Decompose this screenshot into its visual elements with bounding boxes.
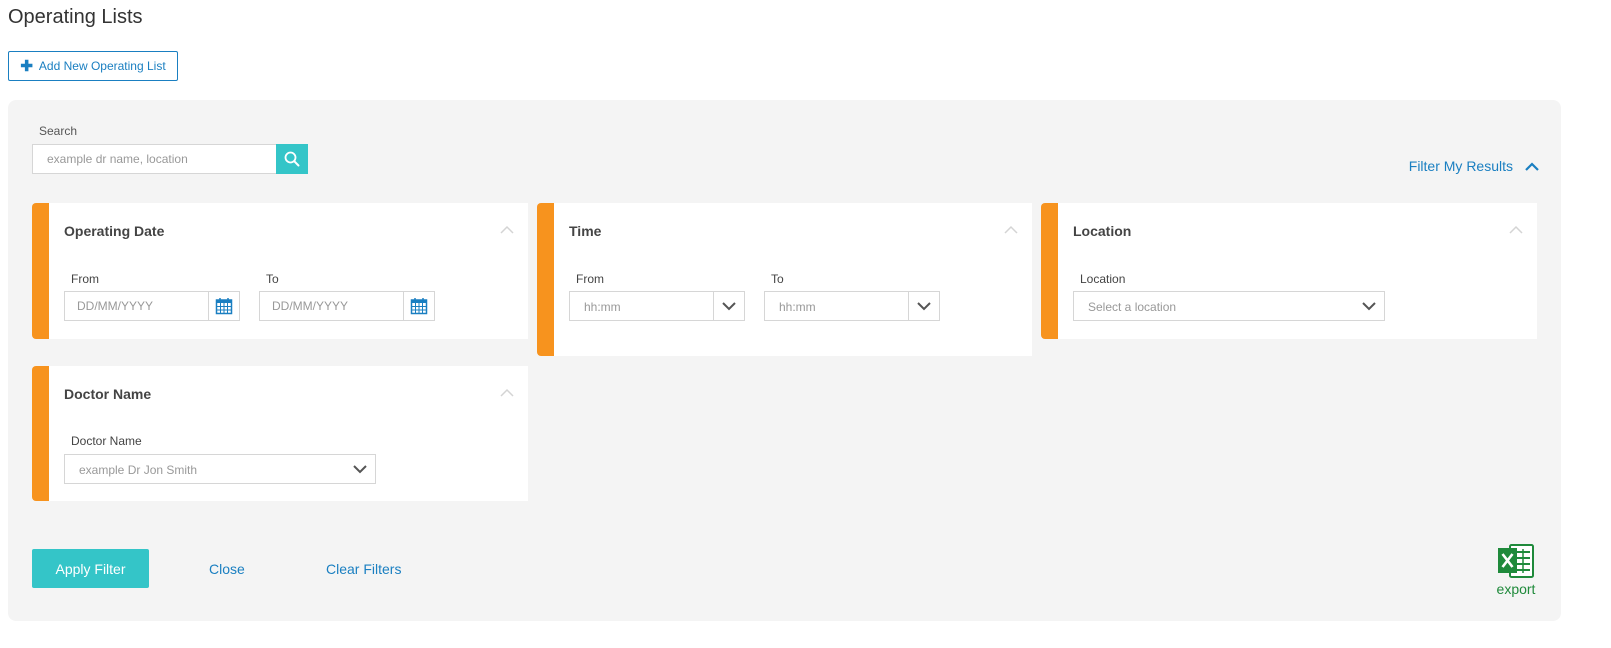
chevron-up-icon[interactable] — [500, 225, 514, 235]
search-label: Search — [39, 124, 78, 138]
plus-icon: ✚ — [20, 57, 33, 75]
location-label: Location — [1080, 272, 1126, 286]
doctor-name-value: example Dr Jon Smith — [79, 463, 198, 477]
to-date-calendar-button[interactable] — [403, 292, 434, 320]
search-button[interactable] — [276, 144, 308, 174]
location-card: Location Location Select a location — [1041, 203, 1537, 339]
card-title: Time — [569, 223, 602, 239]
chevron-down-icon — [722, 301, 736, 310]
clear-filters-link[interactable]: Clear Filters — [326, 561, 401, 577]
chevron-up-icon[interactable] — [1004, 225, 1018, 235]
excel-icon — [1498, 544, 1534, 578]
doctor-name-select[interactable]: example Dr Jon Smith — [64, 454, 376, 484]
chevron-down-icon — [917, 301, 931, 310]
to-time-value: hh:mm — [779, 300, 816, 314]
to-label: To — [266, 272, 279, 286]
chevron-up-icon — [1525, 161, 1539, 171]
from-date-input[interactable] — [65, 292, 209, 320]
to-label: To — [771, 272, 784, 286]
from-time-select[interactable]: hh:mm — [569, 291, 745, 321]
doctor-name-card: Doctor Name Doctor Name example Dr Jon S… — [32, 366, 528, 501]
operating-date-card: Operating Date From To — [32, 203, 528, 339]
chevron-up-icon[interactable] — [500, 388, 514, 398]
search-icon — [284, 151, 300, 167]
filter-my-results-label: Filter My Results — [1408, 158, 1513, 174]
calendar-icon — [410, 298, 428, 315]
add-new-operating-list-label: Add New Operating List — [38, 59, 166, 73]
filter-my-results-toggle[interactable]: Filter My Results — [1409, 158, 1539, 174]
search-input[interactable] — [32, 144, 276, 174]
card-title: Location — [1073, 223, 1132, 239]
page-title: Operating Lists — [8, 6, 143, 28]
chevron-up-icon[interactable] — [1509, 225, 1523, 235]
to-time-select[interactable]: hh:mm — [764, 291, 940, 321]
export-button[interactable]: export — [1492, 543, 1540, 597]
export-label: export — [1496, 581, 1536, 597]
location-value: Select a location — [1088, 300, 1177, 314]
card-title: Doctor Name — [64, 386, 152, 402]
add-new-operating-list-button[interactable]: ✚ Add New Operating List — [8, 51, 178, 81]
time-card: Time From hh:mm To hh:mm — [537, 203, 1032, 356]
from-date-calendar-button[interactable] — [208, 292, 239, 320]
location-select[interactable]: Select a location — [1073, 291, 1385, 321]
from-date-field — [64, 291, 240, 321]
from-label: From — [576, 272, 604, 286]
apply-filter-button[interactable]: Apply Filter — [32, 549, 149, 588]
chevron-down-icon — [352, 464, 367, 473]
from-label: From — [71, 272, 99, 286]
calendar-icon — [215, 298, 233, 315]
from-time-value: hh:mm — [584, 300, 621, 314]
card-title: Operating Date — [64, 223, 165, 239]
chevron-down-icon — [1361, 301, 1376, 310]
close-link[interactable]: Close — [209, 561, 245, 577]
doctor-name-label: Doctor Name — [71, 434, 142, 448]
filter-panel: Search Filter My Results Operating Date … — [8, 100, 1561, 621]
to-date-field — [259, 291, 435, 321]
to-date-input[interactable] — [260, 292, 404, 320]
